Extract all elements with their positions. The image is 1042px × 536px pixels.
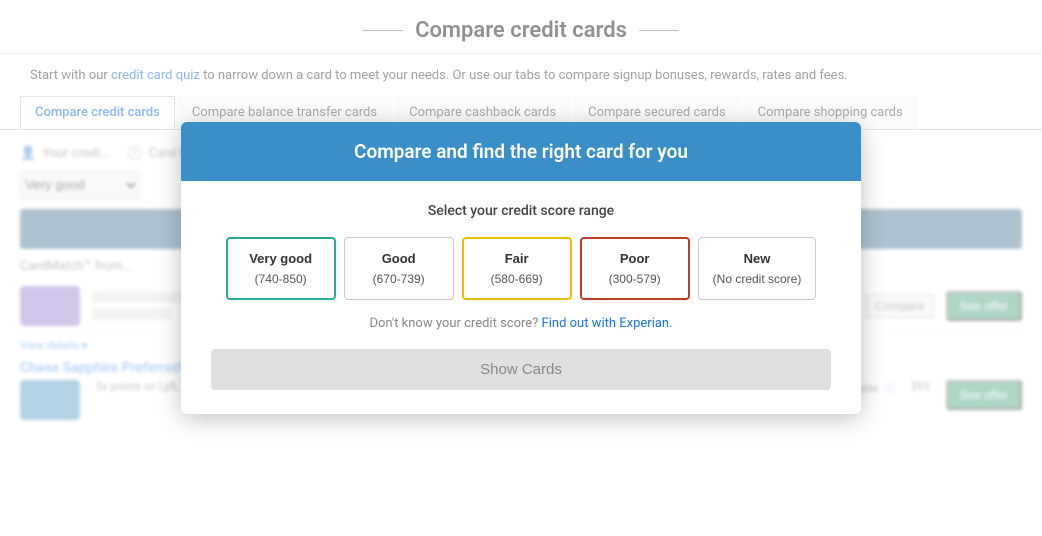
score-btn-good[interactable]: Good (670-739) bbox=[344, 237, 454, 300]
score-range-good: (670-739) bbox=[373, 272, 425, 286]
score-range-fair: (580-669) bbox=[491, 272, 543, 286]
score-btn-very-good[interactable]: Very good (740-850) bbox=[226, 237, 336, 300]
modal-header: Compare and find the right card for you bbox=[181, 122, 861, 181]
score-btn-poor[interactable]: Poor (300-579) bbox=[580, 237, 690, 300]
score-range-poor: (300-579) bbox=[609, 272, 661, 286]
score-label-fair: Fair bbox=[478, 249, 556, 269]
modal-dialog: Compare and find the right card for you … bbox=[181, 122, 861, 414]
score-label-very-good: Very good bbox=[242, 249, 320, 269]
score-label-poor: Poor bbox=[596, 249, 674, 269]
modal-overlay: Compare and find the right card for you … bbox=[0, 0, 1042, 536]
score-btn-fair[interactable]: Fair (580-669) bbox=[462, 237, 572, 300]
score-range-new: (No credit score) bbox=[713, 272, 802, 286]
score-btn-new[interactable]: New (No credit score) bbox=[698, 237, 817, 300]
score-label-good: Good bbox=[359, 249, 439, 269]
modal-subtitle: Select your credit score range bbox=[211, 203, 831, 219]
page-wrapper: Compare credit cards Start with our cred… bbox=[0, 0, 1042, 536]
score-label-new: New bbox=[713, 249, 802, 269]
find-score-pretext: Don't know your credit score? bbox=[369, 316, 541, 331]
show-cards-button[interactable]: Show Cards bbox=[211, 349, 831, 390]
find-score-link[interactable]: Find out with Experian. bbox=[542, 316, 673, 331]
modal-title: Compare and find the right card for you bbox=[354, 140, 688, 163]
find-score-section: Don't know your credit score? Find out w… bbox=[211, 316, 831, 331]
modal-body: Select your credit score range Very good… bbox=[181, 181, 861, 414]
credit-score-options: Very good (740-850) Good (670-739) Fair … bbox=[211, 237, 831, 300]
score-range-very-good: (740-850) bbox=[255, 272, 307, 286]
